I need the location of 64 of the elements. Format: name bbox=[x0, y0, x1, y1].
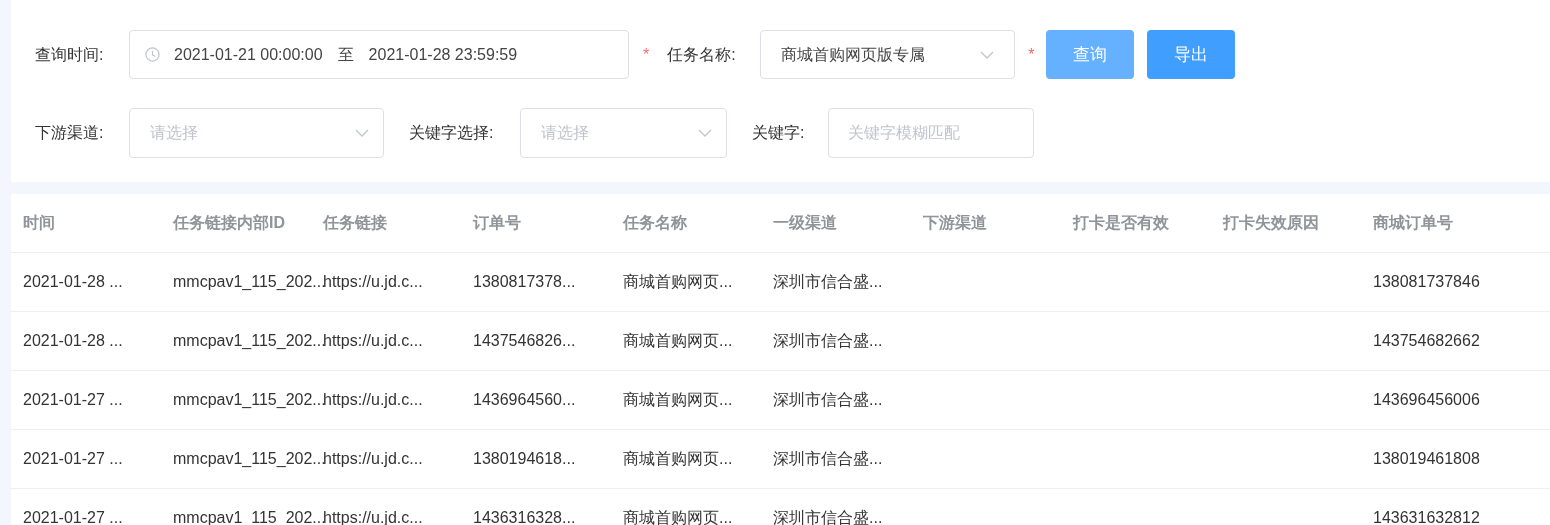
column-header: 打卡是否有效 bbox=[1073, 214, 1169, 231]
table-cell: mmcpav1_115_202... bbox=[173, 273, 326, 290]
table-cell: 商城首购网页... bbox=[623, 273, 733, 290]
table-cell: 商城首购网页... bbox=[623, 509, 733, 525]
table-cell: 2021-01-27 ... bbox=[23, 450, 123, 467]
table-cell: https://u.jd.c... bbox=[323, 273, 423, 290]
table-cell: mmcpav1_115_202... bbox=[173, 450, 326, 467]
column-header: 时间 bbox=[23, 214, 55, 231]
table-cell: mmcpav1_115_202... bbox=[173, 332, 326, 349]
table-cell: 深圳市信合盛... bbox=[773, 450, 883, 467]
field-label: 任务名称: bbox=[667, 44, 737, 65]
end-date: 2021-01-28 23:59:59 bbox=[368, 44, 518, 65]
column-header: 打卡失效原因 bbox=[1223, 214, 1319, 231]
column-header: 任务链接内部ID bbox=[173, 214, 285, 231]
table-cell: 1380194618... bbox=[473, 450, 576, 467]
column-header: 下游渠道 bbox=[923, 214, 987, 231]
start-date: 2021-01-21 00:00:00 bbox=[174, 44, 323, 65]
required-mark: * bbox=[1028, 44, 1035, 65]
table-cell: 2021-01-28 ... bbox=[23, 332, 123, 349]
column-header: 任务名称 bbox=[623, 214, 687, 231]
clock-icon bbox=[145, 47, 160, 62]
table-cell: 1380817378... bbox=[473, 273, 576, 290]
table-cell: 2021-01-27 ... bbox=[23, 391, 123, 408]
table-cell: 深圳市信合盛... bbox=[773, 509, 883, 525]
table-cell: mmcpav1_115_202... bbox=[173, 391, 326, 408]
table-cell: 深圳市信合盛... bbox=[773, 391, 883, 408]
table-cell: 143631632812 bbox=[1373, 509, 1480, 525]
chevron-down-icon bbox=[980, 50, 995, 59]
table-cell: 深圳市信合盛... bbox=[773, 273, 883, 290]
channel-select[interactable]: 请选择 bbox=[129, 108, 384, 158]
table-cell: 1437546826... bbox=[473, 332, 576, 349]
column-header: 商城订单号 bbox=[1373, 214, 1453, 231]
required-mark: * bbox=[643, 44, 650, 65]
column-header: 一级渠道 bbox=[773, 214, 837, 231]
table-cell: 1436316328... bbox=[473, 509, 576, 525]
query-button[interactable]: 查询 bbox=[1046, 30, 1135, 79]
export-button[interactable]: 导出 bbox=[1147, 30, 1236, 79]
table-cell: 1436964560... bbox=[473, 391, 576, 408]
table-cell: 商城首购网页... bbox=[623, 391, 733, 408]
table-cell: 138081737846 bbox=[1373, 273, 1480, 290]
keyword-field[interactable]: 关键字模糊匹配 bbox=[828, 108, 1034, 158]
table-cell: 143696456006 bbox=[1373, 391, 1480, 408]
table-cell: 2021-01-27 ... bbox=[23, 509, 123, 525]
field-label: 关键字: bbox=[752, 123, 806, 143]
table-cell: 商城首购网页... bbox=[623, 332, 733, 349]
field-label: 下游渠道: bbox=[35, 123, 105, 143]
column-header: 订单号 bbox=[473, 214, 521, 231]
table-cell: 深圳市信合盛... bbox=[773, 332, 883, 349]
column-header: 任务链接 bbox=[323, 214, 387, 231]
table-cell: https://u.jd.c... bbox=[323, 450, 423, 467]
table-cell: 商城首购网页... bbox=[623, 450, 733, 467]
task-select[interactable]: 商城首购网页版专属 bbox=[760, 30, 1016, 79]
chevron-down-icon bbox=[355, 129, 369, 137]
table-cell: 143754682662 bbox=[1373, 332, 1480, 349]
chevron-down-icon bbox=[698, 129, 712, 137]
field-label: 查询时间: bbox=[35, 44, 105, 65]
table-cell: https://u.jd.c... bbox=[323, 332, 423, 349]
keyword-select[interactable]: 请选择 bbox=[520, 108, 727, 158]
table-cell: 138019461808 bbox=[1373, 450, 1480, 467]
date-range-field[interactable]: 2021-01-21 00:00:00 至 2021-01-28 23:59:59 bbox=[129, 30, 629, 79]
table-cell: 2021-01-28 ... bbox=[23, 273, 123, 290]
range-separator: 至 bbox=[337, 44, 354, 65]
field-label: 关键字选择: bbox=[409, 123, 495, 143]
table-cell: https://u.jd.c... bbox=[323, 391, 423, 408]
